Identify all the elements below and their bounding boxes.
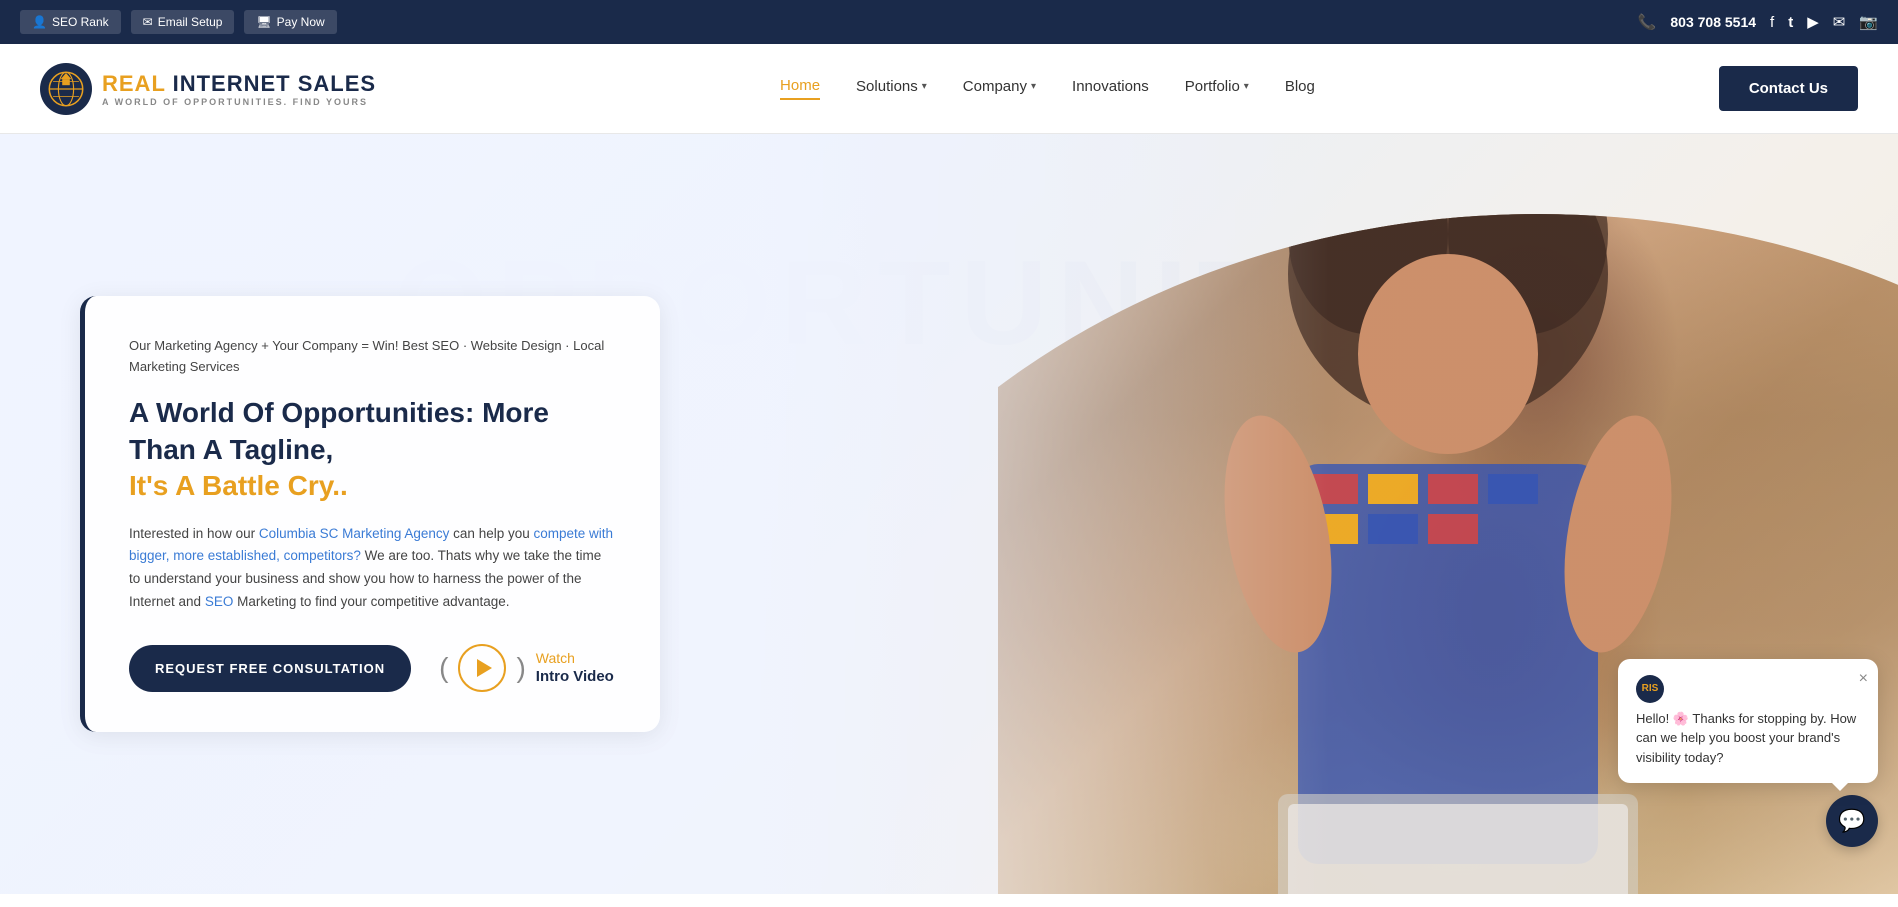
logo-text: REAL INTERNET SALES A WORLD OF OPPORTUNI… bbox=[102, 71, 376, 107]
main-nav: REAL INTERNET SALES A WORLD OF OPPORTUNI… bbox=[0, 44, 1898, 134]
nav-company[interactable]: Company ▾ bbox=[963, 78, 1036, 99]
chat-icon: 💬 bbox=[1838, 808, 1865, 834]
nav-solutions[interactable]: Solutions ▾ bbox=[856, 78, 927, 99]
hero-title: A World Of Opportunities: More Than A Ta… bbox=[129, 395, 616, 504]
nav-blog[interactable]: Blog bbox=[1285, 78, 1315, 99]
solutions-dropdown-icon: ▾ bbox=[922, 81, 927, 92]
chat-close-button[interactable]: × bbox=[1859, 667, 1868, 691]
hero-section: OPPORTUNITIES bbox=[0, 134, 1898, 894]
seo-rank-button[interactable]: 👤 SEO Rank bbox=[20, 10, 121, 34]
chat-header: RIS bbox=[1636, 675, 1860, 703]
hero-actions: REQUEST FREE CONSULTATION ( ) Watch Intr… bbox=[129, 644, 616, 692]
chat-open-button[interactable]: 💬 bbox=[1826, 795, 1878, 847]
mail-icon[interactable]: ✉ bbox=[1833, 13, 1846, 31]
watch-video-button[interactable]: ( ) Watch Intro Video bbox=[439, 644, 614, 692]
top-bar-left: 👤 SEO Rank ✉ Email Setup 🖥 Pay Now bbox=[20, 10, 337, 34]
contact-us-button[interactable]: Contact Us bbox=[1719, 66, 1858, 111]
logo-icon bbox=[40, 63, 92, 115]
hero-card: Our Marketing Agency + Your Company = Wi… bbox=[80, 296, 660, 733]
watch-label: Watch Intro Video bbox=[536, 650, 614, 686]
pay-now-button[interactable]: 🖥 Pay Now bbox=[244, 10, 336, 34]
paren-right: ) bbox=[516, 652, 525, 684]
payment-icon: 🖥 bbox=[256, 15, 271, 29]
hero-subtitle: Our Marketing Agency + Your Company = Wi… bbox=[129, 336, 616, 378]
nav-home[interactable]: Home bbox=[780, 77, 820, 100]
chat-logo: RIS bbox=[1636, 675, 1664, 703]
email-setup-button[interactable]: ✉ Email Setup bbox=[131, 10, 235, 34]
top-bar: 👤 SEO Rank ✉ Email Setup 🖥 Pay Now 📞 803… bbox=[0, 0, 1898, 44]
logo[interactable]: REAL INTERNET SALES A WORLD OF OPPORTUNI… bbox=[40, 63, 376, 115]
seo-link[interactable]: SEO bbox=[205, 594, 234, 609]
chat-widget: × RIS Hello! 🌸 Thanks for stopping by. H… bbox=[1618, 659, 1878, 848]
twitter-icon[interactable]: t bbox=[1788, 14, 1793, 31]
hero-description: Interested in how our Columbia SC Market… bbox=[129, 523, 616, 615]
play-button-circle[interactable] bbox=[458, 644, 506, 692]
nav-innovations[interactable]: Innovations bbox=[1072, 78, 1149, 99]
consultation-button[interactable]: REQUEST FREE CONSULTATION bbox=[129, 645, 411, 692]
youtube-icon[interactable]: ▶ bbox=[1807, 13, 1819, 31]
email-icon: ✉ bbox=[143, 15, 153, 29]
nav-portfolio[interactable]: Portfolio ▾ bbox=[1185, 78, 1249, 99]
phone-icon: 📞 bbox=[1638, 13, 1657, 31]
user-icon: 👤 bbox=[32, 15, 47, 29]
top-bar-right: 📞 803 708 5514 f t ▶ ✉ 📷 bbox=[1638, 13, 1878, 31]
nav-links: Home Solutions ▾ Company ▾ Innovations P… bbox=[780, 77, 1315, 100]
play-triangle-icon bbox=[477, 659, 492, 677]
company-dropdown-icon: ▾ bbox=[1031, 81, 1036, 92]
instagram-icon[interactable]: 📷 bbox=[1859, 13, 1878, 31]
hero-content: Our Marketing Agency + Your Company = Wi… bbox=[0, 236, 740, 793]
paren-left: ( bbox=[439, 652, 448, 684]
chat-message: Hello! 🌸 Thanks for stopping by. How can… bbox=[1636, 709, 1860, 768]
portfolio-dropdown-icon: ▾ bbox=[1244, 81, 1249, 92]
facebook-icon[interactable]: f bbox=[1770, 14, 1774, 31]
logo-tagline: A WORLD OF OPPORTUNITIES. FIND YOURS bbox=[102, 97, 376, 107]
phone-number: 803 708 5514 bbox=[1670, 14, 1756, 30]
columbia-link[interactable]: Columbia SC Marketing Agency bbox=[259, 526, 450, 541]
chat-bubble: × RIS Hello! 🌸 Thanks for stopping by. H… bbox=[1618, 659, 1878, 784]
logo-company-name: REAL INTERNET SALES bbox=[102, 71, 376, 97]
